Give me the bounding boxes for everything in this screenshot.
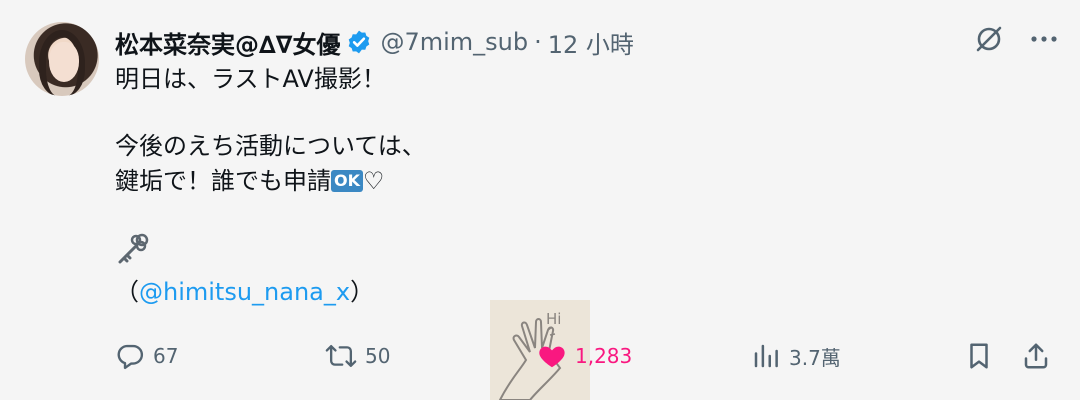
tweet-timestamp[interactable]: 12 小時 xyxy=(548,25,634,60)
key-emoji-line xyxy=(115,231,915,275)
mention-open-paren: （ xyxy=(115,278,139,306)
mention-link[interactable]: @himitsu_nana_x xyxy=(139,278,350,306)
reply-count: 67 xyxy=(153,344,179,368)
views-bar-chart-icon xyxy=(751,341,781,371)
views-count: 3.7萬 xyxy=(789,345,841,370)
bookmark-icon xyxy=(964,341,994,371)
sticker-text: Hi xyxy=(546,310,561,328)
retweet-count: 50 xyxy=(365,344,391,368)
tweet-actions: 67 50 1,283 3.7萬 xyxy=(115,336,1055,376)
tweet-top-icons xyxy=(974,24,1058,54)
views-button[interactable]: 3.7萬 xyxy=(751,336,841,376)
tweet-line: 明日は、ラストAV撮影！ xyxy=(115,65,386,93)
author-handle[interactable]: @7mim_sub xyxy=(380,28,528,56)
tweet-body: 明日は、ラストAV撮影！ 今後のえち活動については、 鍵垢で！誰でも申請 OK ♡ … xyxy=(115,62,915,310)
tweet-header: 松本菜奈実@∆∇女優 @7mim_sub · 12 小時 xyxy=(115,20,634,64)
heart-emoji: ♡ xyxy=(363,167,385,195)
tweet-line: 鍵垢で！誰でも申請 OK ♡ xyxy=(115,164,915,199)
like-count: 1,283 xyxy=(575,344,633,368)
reply-button[interactable]: 67 xyxy=(115,336,178,376)
heart-filled-icon xyxy=(537,341,567,371)
reply-icon xyxy=(115,341,145,371)
tweet-line: 今後のえち活動については、 xyxy=(115,132,426,160)
bookmark-button[interactable] xyxy=(964,336,994,376)
mention-close-paren: ） xyxy=(350,278,375,306)
retweet-icon xyxy=(325,341,357,371)
author-name[interactable]: 松本菜奈実@∆∇女優 xyxy=(115,25,340,60)
share-icon xyxy=(1021,341,1051,371)
retweet-button[interactable]: 50 xyxy=(325,336,390,376)
author-avatar[interactable] xyxy=(25,22,99,96)
grok-icon[interactable] xyxy=(974,24,1004,54)
tweet-line-text: 鍵垢で！誰でも申請 xyxy=(115,167,331,195)
verified-badge-icon xyxy=(346,29,372,55)
like-button[interactable]: 1,283 xyxy=(537,336,632,376)
avatar-face xyxy=(49,42,79,82)
key-icon xyxy=(115,231,915,267)
more-options-icon[interactable] xyxy=(1030,35,1058,43)
share-button[interactable] xyxy=(1021,336,1051,376)
header-separator: · xyxy=(534,28,542,56)
ok-emoji: OK xyxy=(331,170,363,192)
